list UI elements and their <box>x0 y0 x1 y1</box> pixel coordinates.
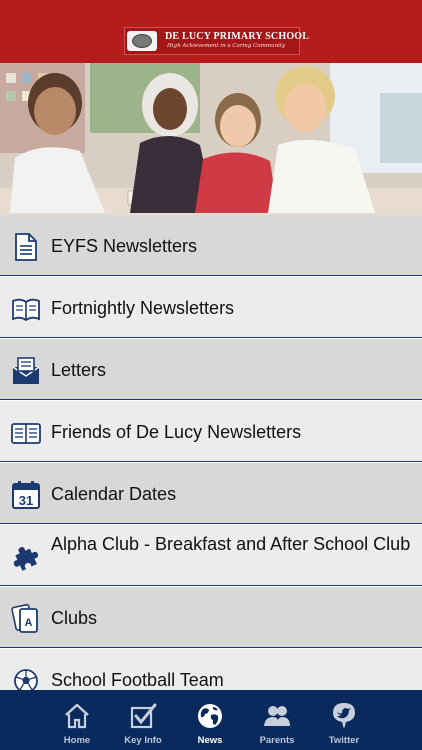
menu-item-friends-newsletters[interactable]: Friends of De Lucy Newsletters <box>0 401 422 462</box>
app-header: DE LUCY PRIMARY SCHOOL High Achievement … <box>0 0 422 65</box>
document-icon <box>15 233 37 261</box>
twitter-bird-icon <box>333 703 355 729</box>
tab-label: News <box>197 735 223 746</box>
tab-label: Home <box>63 735 91 746</box>
children-reading-photo <box>0 63 422 215</box>
tab-label: Key Info <box>124 735 162 746</box>
menu-item-label: Letters <box>51 360 107 380</box>
menu-item-clubs[interactable]: A Clubs <box>0 587 422 648</box>
menu-item-alpha-club[interactable]: Alpha Club - Breakfast and After School … <box>0 525 422 586</box>
school-name: DE LUCY PRIMARY SCHOOL <box>165 31 310 42</box>
menu-item-calendar-dates[interactable]: 31 Calendar Dates <box>0 463 422 524</box>
book-icon <box>11 423 41 444</box>
tab-bar: Home Key Info News Parents Twitter <box>0 690 422 750</box>
tab-news[interactable]: News <box>177 690 243 750</box>
tab-label: Parents <box>259 735 295 746</box>
puzzle-icon <box>13 547 39 571</box>
globe-icon <box>198 704 222 728</box>
card-badge: A <box>25 617 33 629</box>
open-book-icon <box>12 298 40 322</box>
menu-item-fortnightly-newsletters[interactable]: Fortnightly Newsletters <box>0 277 422 338</box>
hero-photo <box>0 63 422 215</box>
tab-label: Twitter <box>328 735 360 746</box>
menu-item-label: Alpha Club - Breakfast and After School … <box>51 534 411 554</box>
school-tagline: High Achievement in a Caring Community <box>167 43 286 49</box>
menu-item-letters[interactable]: Letters <box>0 339 422 400</box>
school-logo: DE LUCY PRIMARY SCHOOL High Achievement … <box>124 27 309 55</box>
home-icon <box>65 703 89 729</box>
menu-item-eyfs-newsletters[interactable]: EYFS Newsletters <box>0 215 422 276</box>
tab-parents[interactable]: Parents <box>244 690 310 750</box>
menu-item-school-football-team[interactable]: School Football Team <box>0 649 422 690</box>
menu-item-label: School Football Team <box>51 670 224 690</box>
people-icon <box>264 706 290 726</box>
school-crest-icon <box>127 31 157 51</box>
football-icon <box>14 669 38 690</box>
envelope-icon <box>12 357 40 384</box>
tab-key-info[interactable]: Key Info <box>110 690 176 750</box>
menu-item-label: Friends of De Lucy Newsletters <box>51 422 302 442</box>
tab-home[interactable]: Home <box>44 690 110 750</box>
menu-item-label: EYFS Newsletters <box>51 236 198 256</box>
menu-item-label: Clubs <box>51 608 98 628</box>
calendar-icon: 31 <box>12 481 40 509</box>
menu-item-label: Calendar Dates <box>51 484 177 504</box>
menu-list: EYFS Newsletters Fortnightly Newsletters… <box>0 215 422 690</box>
checkbox-icon <box>130 703 157 729</box>
menu-item-label: Fortnightly Newsletters <box>51 298 235 318</box>
calendar-badge: 31 <box>19 493 33 508</box>
tab-twitter[interactable]: Twitter <box>311 690 377 750</box>
playing-cards-icon: A <box>11 604 38 633</box>
